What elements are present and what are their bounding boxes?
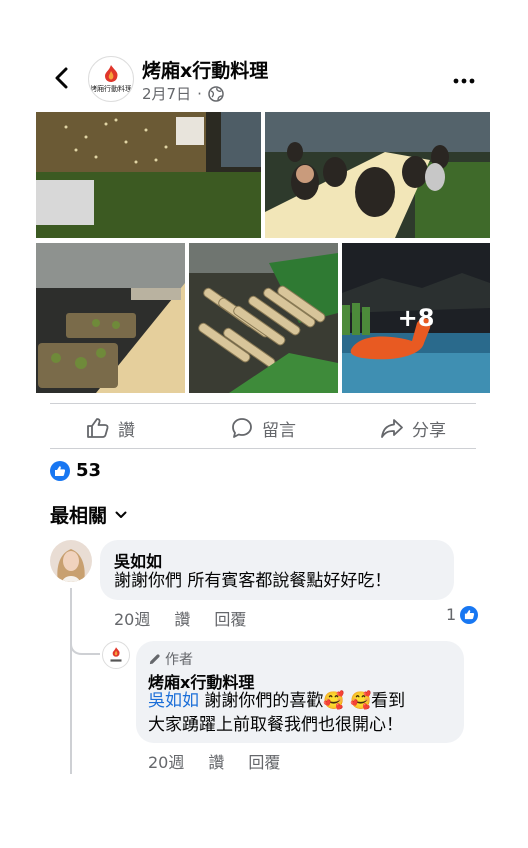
- commenter-avatar[interactable]: [50, 540, 92, 582]
- author-tag-label: 作者: [165, 652, 193, 668]
- like-label: 讚: [118, 420, 135, 441]
- chevron-down-icon: [115, 511, 127, 518]
- photo-3[interactable]: [36, 243, 185, 393]
- globe-icon: [208, 85, 224, 102]
- logo-icon: 烤廂行動料理: [91, 65, 131, 93]
- page-avatar[interactable]: 烤廂行動料理: [88, 56, 134, 102]
- emoji: 🥰 🥰: [323, 691, 372, 711]
- pencil-icon: [149, 653, 160, 664]
- comment-icon: [232, 418, 252, 438]
- photo-5[interactable]: +8: [342, 243, 490, 393]
- comment-bubble: 吳如如 謝謝你們 所有賓客都說餐點好好吃！: [100, 540, 454, 600]
- back-button[interactable]: [50, 64, 74, 92]
- sort-label: 最相關: [50, 505, 108, 527]
- more-photos-count[interactable]: +8: [342, 243, 490, 393]
- comment-text: 謝謝你們 所有賓客都說餐點好好吃！: [114, 571, 392, 591]
- chevron-left-icon: [55, 67, 68, 89]
- post-meta: 2月7日 ·: [142, 83, 224, 104]
- reply-text-line-2: 大家踴躍上前取餐我們也很開心！: [148, 715, 403, 735]
- divider: [50, 403, 476, 404]
- logo-icon: [110, 647, 122, 662]
- comment-meta: 20週 讚 回覆: [114, 606, 246, 630]
- share-label: 分享: [412, 420, 446, 441]
- comment-like-button[interactable]: 讚: [174, 606, 190, 630]
- post-date[interactable]: 2月7日: [142, 83, 191, 104]
- comment-label: 留言: [262, 420, 296, 441]
- reaction-count: 53: [76, 460, 102, 481]
- reply-text-line-1: 吳如如 謝謝你們的喜歡🥰 🥰看到: [148, 689, 405, 714]
- reply-text-part-2: 看到: [371, 691, 406, 711]
- photo-2[interactable]: [265, 112, 490, 238]
- meta-separator: ·: [197, 84, 202, 103]
- comment-reply-button[interactable]: 回覆: [214, 606, 246, 630]
- divider: [50, 448, 476, 449]
- author-badge: 作者: [148, 649, 193, 669]
- reply-reply-button[interactable]: 回覆: [248, 749, 280, 773]
- reply-author-avatar[interactable]: [102, 641, 130, 669]
- reply-like-button[interactable]: 讚: [208, 749, 224, 773]
- share-icon: [381, 419, 403, 438]
- more-options-button[interactable]: [452, 72, 476, 84]
- thumbs-up-icon: [87, 418, 109, 438]
- reply-time[interactable]: 20週: [148, 749, 184, 773]
- page-name[interactable]: 烤廂x行動料理: [142, 56, 268, 83]
- thread-line: [70, 588, 72, 774]
- reaction-summary[interactable]: 53: [50, 460, 101, 481]
- mention-link[interactable]: 吳如如: [148, 691, 199, 711]
- like-button[interactable]: 讚: [86, 412, 135, 444]
- comment-reaction-count: 1: [446, 605, 457, 624]
- reply-meta: 20週 讚 回覆: [148, 749, 280, 773]
- like-reaction-icon: [460, 605, 479, 624]
- reply-text-part-1: 謝謝你們的喜歡: [199, 691, 324, 711]
- share-button[interactable]: 分享: [380, 412, 446, 444]
- more-horizontal-icon: [453, 78, 475, 84]
- comment-time[interactable]: 20週: [114, 606, 150, 630]
- photo-1[interactable]: [36, 112, 261, 238]
- reply-bubble: 作者 烤廂x行動料理 吳如如 謝謝你們的喜歡🥰 🥰看到 大家踴躍上前取餐我們也很…: [136, 641, 464, 743]
- comment-sort-dropdown[interactable]: 最相關: [50, 501, 127, 528]
- comment-button[interactable]: 留言: [230, 412, 296, 444]
- svg-text:烤廂行動料理: 烤廂行動料理: [91, 84, 131, 93]
- photo-4[interactable]: [189, 243, 338, 393]
- thread-connector: [70, 620, 100, 655]
- like-reaction-icon: [50, 460, 70, 481]
- comment-reaction-summary[interactable]: 1: [446, 605, 479, 624]
